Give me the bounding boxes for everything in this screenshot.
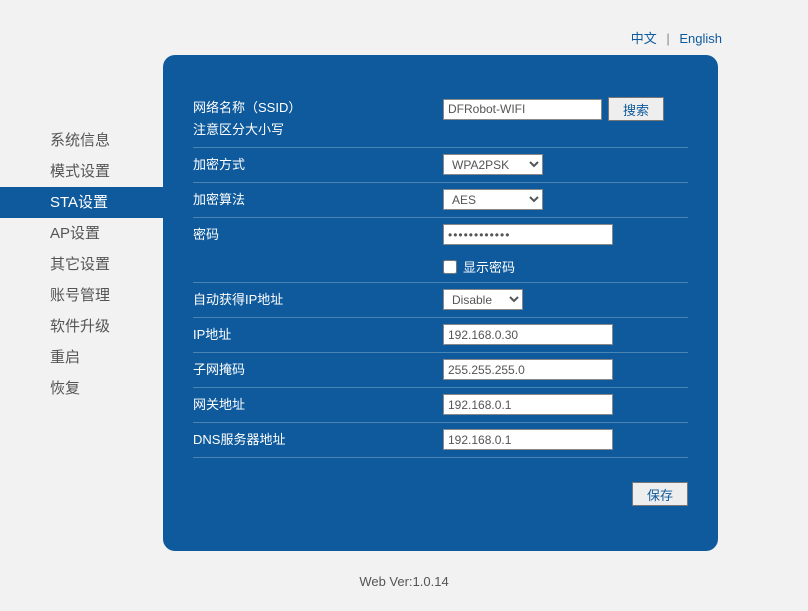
sidebar-item-sysinfo[interactable]: 系统信息: [0, 125, 163, 156]
dhcp-label: 自动获得IP地址: [193, 289, 443, 311]
sidebar-item-sta[interactable]: STA设置: [0, 187, 163, 218]
ssid-note: 注意区分大小写: [193, 119, 443, 141]
enc-method-label: 加密方式: [193, 154, 443, 176]
save-button[interactable]: 保存: [632, 482, 688, 506]
row-mask: 子网掩码: [193, 353, 688, 388]
ip-label: IP地址: [193, 324, 443, 346]
row-ssid: 网络名称（SSID） 注意区分大小写 搜索: [193, 91, 688, 148]
dns-input[interactable]: [443, 429, 613, 450]
ip-input[interactable]: [443, 324, 613, 345]
row-enc-algo: 加密算法 AES: [193, 183, 688, 218]
show-password-row: 显示密码: [443, 257, 688, 276]
ssid-input[interactable]: [443, 99, 602, 120]
lang-en-link[interactable]: English: [679, 31, 722, 46]
row-dns: DNS服务器地址: [193, 423, 688, 458]
show-password-checkbox[interactable]: [443, 260, 457, 274]
dns-label: DNS服务器地址: [193, 429, 443, 451]
search-button[interactable]: 搜索: [608, 97, 664, 121]
language-bar: 中文 | English: [631, 28, 722, 47]
password-label: 密码: [193, 224, 443, 246]
enc-method-select[interactable]: WPA2PSK: [443, 154, 543, 175]
mask-input[interactable]: [443, 359, 613, 380]
sidebar: 系统信息 模式设置 STA设置 AP设置 其它设置 账号管理 软件升级 重启 恢…: [0, 55, 163, 551]
ssid-label-text: 网络名称（SSID）: [193, 100, 301, 115]
sidebar-item-restore[interactable]: 恢复: [0, 373, 163, 404]
main-container: 系统信息 模式设置 STA设置 AP设置 其它设置 账号管理 软件升级 重启 恢…: [0, 55, 808, 551]
enc-algo-label: 加密算法: [193, 189, 443, 211]
enc-algo-select[interactable]: AES: [443, 189, 543, 210]
sidebar-item-reboot[interactable]: 重启: [0, 342, 163, 373]
row-gateway: 网关地址: [193, 388, 688, 423]
sidebar-item-account[interactable]: 账号管理: [0, 280, 163, 311]
sidebar-item-mode[interactable]: 模式设置: [0, 156, 163, 187]
lang-zh-link[interactable]: 中文: [631, 31, 657, 46]
ssid-label: 网络名称（SSID） 注意区分大小写: [193, 97, 443, 141]
gateway-input[interactable]: [443, 394, 613, 415]
sidebar-item-ap[interactable]: AP设置: [0, 218, 163, 249]
row-enc-method: 加密方式 WPA2PSK: [193, 148, 688, 183]
row-ip: IP地址: [193, 318, 688, 353]
mask-label: 子网掩码: [193, 359, 443, 381]
show-password-label: 显示密码: [463, 257, 515, 276]
lang-separator: |: [666, 31, 669, 46]
dhcp-select[interactable]: Disable: [443, 289, 523, 310]
sidebar-item-upgrade[interactable]: 软件升级: [0, 311, 163, 342]
row-dhcp: 自动获得IP地址 Disable: [193, 283, 688, 318]
footer-version: Web Ver:1.0.14: [0, 574, 808, 589]
save-row: 保存: [193, 482, 688, 506]
password-input[interactable]: [443, 224, 613, 245]
settings-panel: 网络名称（SSID） 注意区分大小写 搜索 加密方式 WPA2PSK 加密算法 …: [163, 55, 718, 551]
gateway-label: 网关地址: [193, 394, 443, 416]
row-password: 密码 显示密码: [193, 218, 688, 283]
sidebar-item-other[interactable]: 其它设置: [0, 249, 163, 280]
